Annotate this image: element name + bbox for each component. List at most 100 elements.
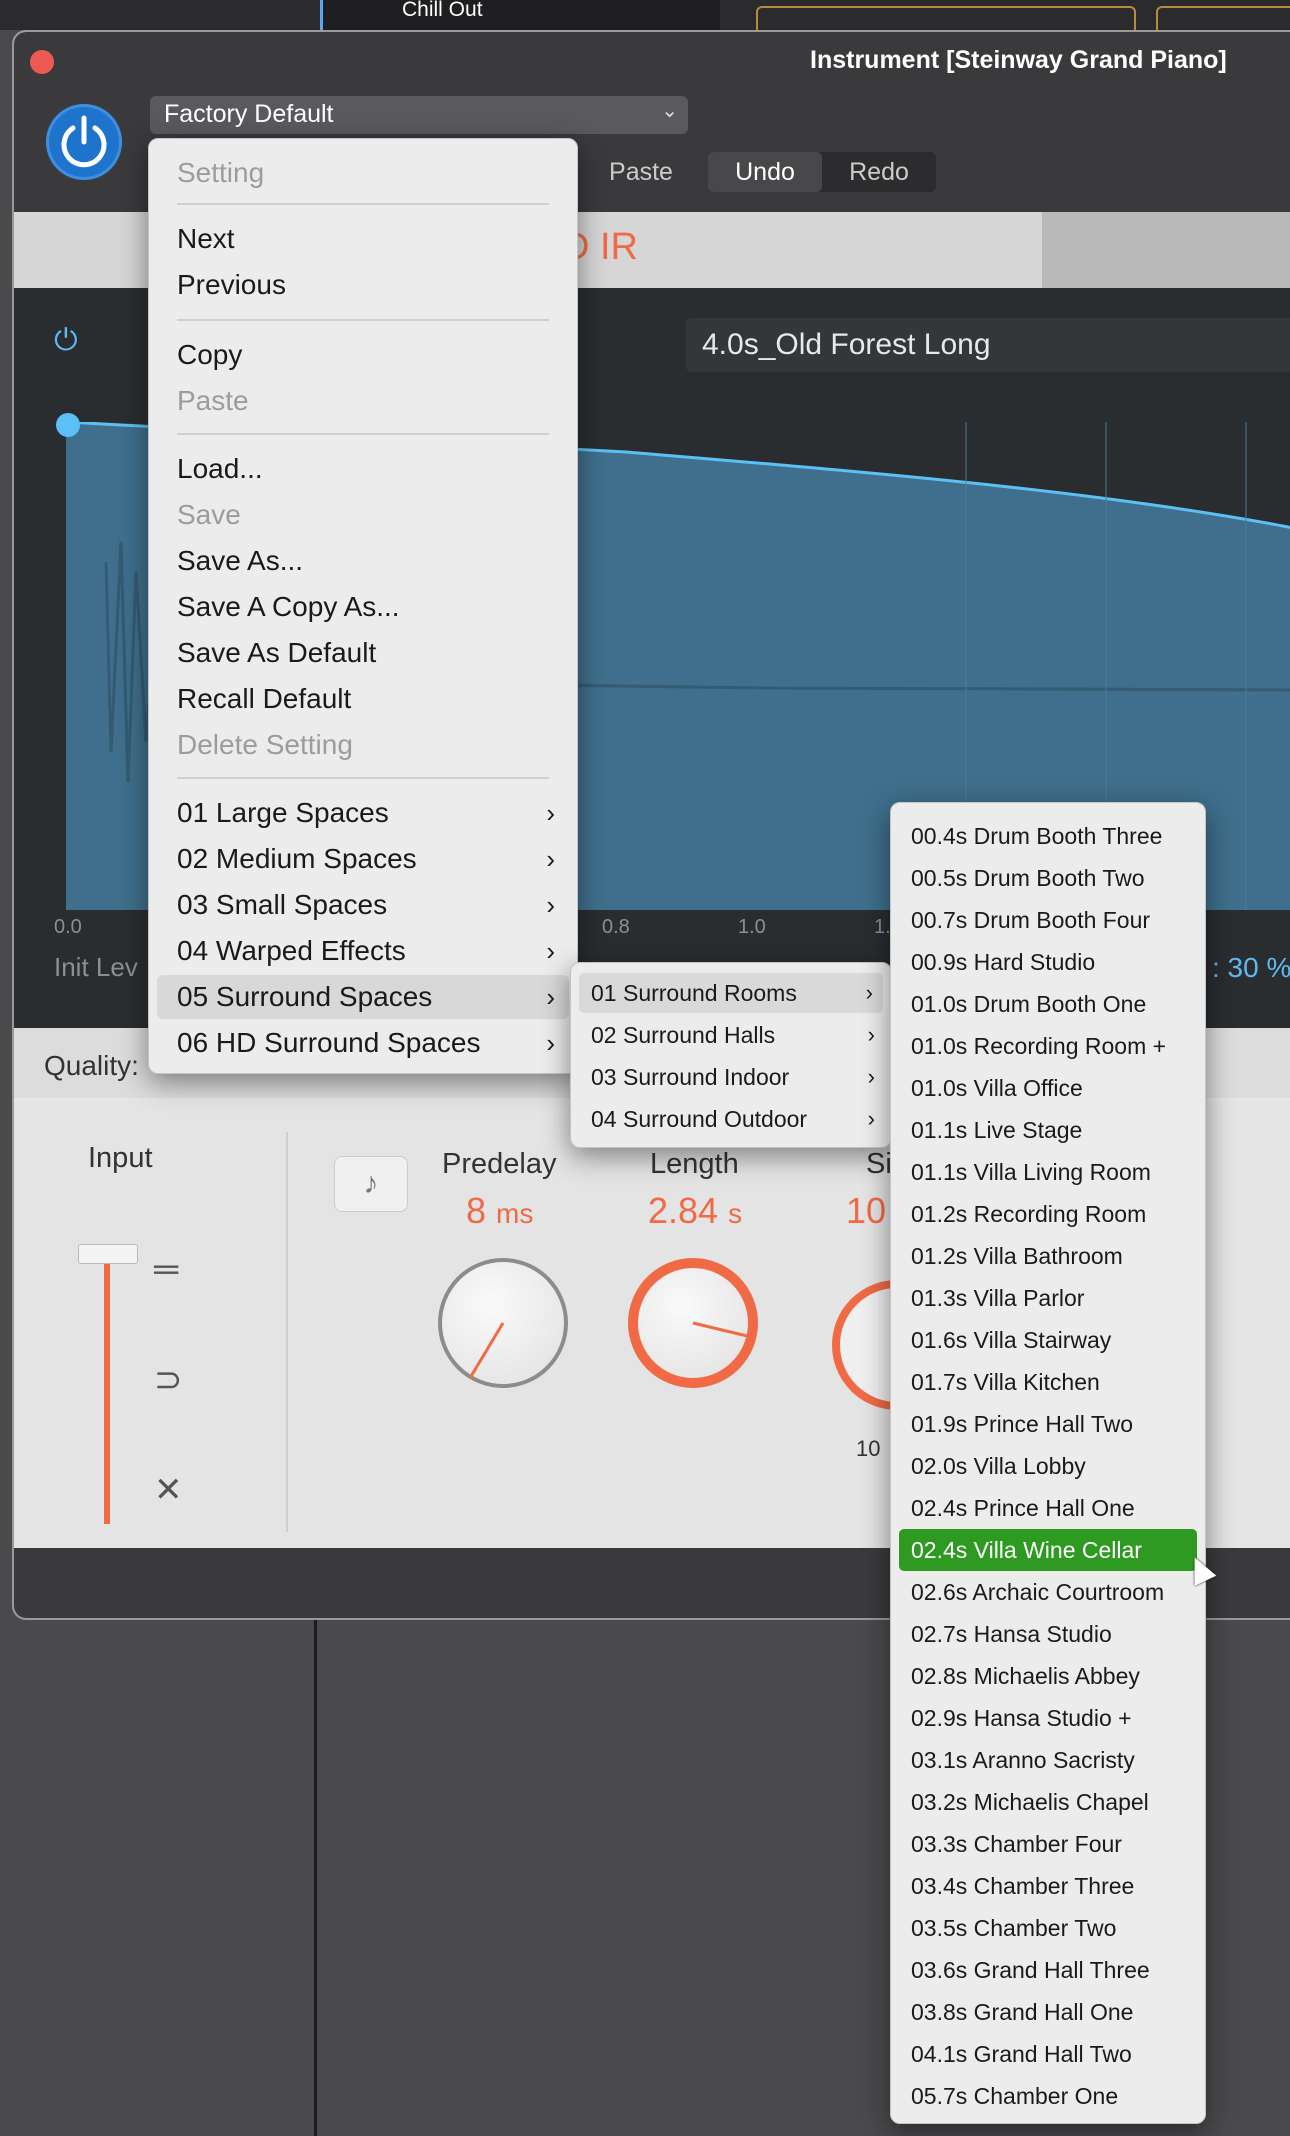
track-name: Chill Out — [402, 0, 483, 21]
chevron-right-icon: › — [546, 844, 555, 874]
ir-mode-tab[interactable] — [1042, 212, 1290, 288]
ir-menu-item[interactable]: 03.5s Chamber Two — [891, 1907, 1205, 1949]
ir-menu-item[interactable]: 02.0s Villa Lobby — [891, 1445, 1205, 1487]
menu-item-save-copy-as[interactable]: Save A Copy As... — [149, 585, 577, 629]
daw-track-region[interactable] — [320, 0, 720, 30]
chevron-right-icon: › — [546, 890, 555, 920]
ir-menu-item[interactable]: 02.4s Prince Hall One — [891, 1487, 1205, 1529]
divider — [286, 1132, 288, 1532]
predelay-pointer — [468, 1322, 505, 1379]
ir-menu-item[interactable]: 01.0s Recording Room + — [891, 1025, 1205, 1067]
ir-menu-item[interactable]: 01.6s Villa Stairway — [891, 1319, 1205, 1361]
menu-item-save-as-default[interactable]: Save As Default — [149, 631, 577, 675]
redo-button[interactable]: Redo — [822, 152, 936, 192]
menu-separator — [177, 433, 549, 435]
menu-item-save-as[interactable]: Save As... — [149, 539, 577, 583]
ir-menu-item[interactable]: 01.1s Villa Living Room — [891, 1151, 1205, 1193]
ir-menu-item[interactable]: 01.2s Recording Room — [891, 1193, 1205, 1235]
submenu-item[interactable]: 04 Surround Outdoor › — [571, 1099, 891, 1139]
power-icon — [61, 115, 107, 168]
menu-item-folder[interactable]: 06 HD Surround Spaces › — [149, 1021, 577, 1065]
submenu-item[interactable]: 03 Surround Indoor › — [571, 1057, 891, 1097]
power-button[interactable] — [46, 104, 122, 180]
mix-value[interactable]: : 30 % — [1212, 952, 1290, 984]
size-value: 10 — [846, 1190, 887, 1231]
swap-mode-icon[interactable]: ✕ — [154, 1470, 183, 1510]
ir-menu-item[interactable]: 01.2s Villa Bathroom — [891, 1235, 1205, 1277]
surround-submenu: 01 Surround Rooms › 02 Surround Halls › 03… — [570, 962, 892, 1148]
menu-item-folder[interactable]: 01 Large Spaces › — [149, 791, 577, 835]
ir-menu-item[interactable]: 05.7s Chamber One — [891, 2075, 1205, 2117]
menu-item-next[interactable]: Next — [149, 217, 577, 261]
ir-menu-item[interactable]: 03.1s Aranno Sacristy — [891, 1739, 1205, 1781]
merge-mode-icon[interactable]: ⊃ — [154, 1360, 183, 1400]
stereo-mode-icon[interactable]: ═ — [154, 1250, 178, 1289]
menu-item-save: Save — [177, 499, 241, 530]
input-fader[interactable] — [104, 1254, 110, 1524]
chevron-right-icon: › — [867, 1022, 875, 1047]
ir-menu-item[interactable]: 04.1s Grand Hall Two — [891, 2033, 1205, 2075]
chevron-right-icon: › — [867, 1106, 875, 1131]
chevron-right-icon: › — [546, 982, 555, 1012]
envelope-handle[interactable] — [56, 413, 80, 437]
predelay-value: 8 ms — [466, 1190, 534, 1231]
predelay-knob[interactable] — [438, 1258, 568, 1388]
ir-power-icon[interactable]: ⏻ — [54, 324, 78, 358]
ir-menu-item[interactable]: 01.9s Prince Hall Two — [891, 1403, 1205, 1445]
paste-button[interactable]: Paste — [586, 152, 696, 192]
ir-menu-item[interactable]: 01.7s Villa Kitchen — [891, 1361, 1205, 1403]
chevron-right-icon: › — [546, 936, 555, 966]
ir-menu-item[interactable]: 01.0s Villa Office — [891, 1067, 1205, 1109]
input-label: Input — [88, 1142, 153, 1174]
submenu-item[interactable]: 02 Surround Halls › — [571, 1015, 891, 1055]
menu-item-previous[interactable]: Previous — [149, 263, 577, 307]
undo-button[interactable]: Undo — [708, 152, 822, 192]
preset-dropdown[interactable]: Factory Default ⌄ — [150, 96, 688, 134]
submenu-item-active[interactable]: 01 Surround Rooms › — [579, 973, 883, 1013]
length-value: 2.84 s — [648, 1190, 743, 1231]
ir-menu-item[interactable]: 02.8s Michaelis Abbey — [891, 1655, 1205, 1697]
menu-item-copy[interactable]: Copy — [149, 333, 577, 377]
length-label: Length — [650, 1148, 739, 1180]
ir-menu-item[interactable]: 00.7s Drum Booth Four — [891, 899, 1205, 941]
menu-item-folder-active[interactable]: 05 Surround Spaces › — [157, 975, 569, 1019]
preset-value: Factory Default — [164, 100, 334, 128]
menu-separator — [177, 319, 549, 321]
close-button[interactable] — [30, 50, 54, 74]
chevron-right-icon: › — [865, 980, 873, 1005]
length-pointer — [692, 1321, 748, 1338]
ir-menu-item[interactable]: 03.6s Grand Hall Three — [891, 1949, 1205, 1991]
axis-tick: 1.0 — [738, 916, 766, 938]
ir-menu-item[interactable]: 02.6s Archaic Courtroom — [891, 1571, 1205, 1613]
ir-menu-item[interactable]: 01.1s Live Stage — [891, 1109, 1205, 1151]
rooms-submenu: 00.4s Drum Booth Three 00.5s Drum Booth T… — [890, 802, 1206, 2124]
ir-menu-item[interactable]: 01.0s Drum Booth One — [891, 983, 1205, 1025]
ir-menu-item[interactable]: 00.9s Hard Studio — [891, 941, 1205, 983]
menu-item-folder[interactable]: 03 Small Spaces › — [149, 883, 577, 927]
chevron-down-icon: ⌄ — [661, 100, 678, 122]
menu-item-recall-default[interactable]: Recall Default — [149, 677, 577, 721]
ir-menu-item-selected[interactable]: 02.4s Villa Wine Cellar — [899, 1529, 1197, 1571]
ir-menu-item[interactable]: 01.3s Villa Parlor — [891, 1277, 1205, 1319]
ir-menu-item[interactable]: 03.3s Chamber Four — [891, 1823, 1205, 1865]
ir-menu-item[interactable]: 03.8s Grand Hall One — [891, 1991, 1205, 2033]
menu-item-folder[interactable]: 02 Medium Spaces › — [149, 837, 577, 881]
menu-item-load[interactable]: Load... — [149, 447, 577, 491]
ir-name-field[interactable]: 4.0s_Old Forest Long — [686, 318, 1290, 372]
menu-item-folder[interactable]: 04 Warped Effects › — [149, 929, 577, 973]
ir-menu-item[interactable]: 03.2s Michaelis Chapel — [891, 1781, 1205, 1823]
size-scale-tick: 10 — [856, 1436, 881, 1461]
ir-menu-item[interactable]: 00.5s Drum Booth Two — [891, 857, 1205, 899]
length-knob[interactable] — [628, 1258, 758, 1388]
ir-menu-item[interactable]: 02.9s Hansa Studio + — [891, 1697, 1205, 1739]
window-title: Instrument [Steinway Grand Piano] — [810, 46, 1227, 74]
ir-menu-item[interactable]: 02.7s Hansa Studio — [891, 1613, 1205, 1655]
predelay-label: Predelay — [442, 1148, 557, 1180]
init-level-label: Init Lev — [54, 952, 138, 982]
ir-menu-item[interactable]: 03.4s Chamber Three — [891, 1865, 1205, 1907]
music-note-icon[interactable]: ♪ — [334, 1156, 408, 1212]
quality-label: Quality: — [44, 1050, 139, 1081]
input-fader-handle[interactable] — [78, 1244, 138, 1264]
axis-tick: 0.8 — [602, 916, 630, 938]
ir-menu-item[interactable]: 00.4s Drum Booth Three — [891, 815, 1205, 857]
